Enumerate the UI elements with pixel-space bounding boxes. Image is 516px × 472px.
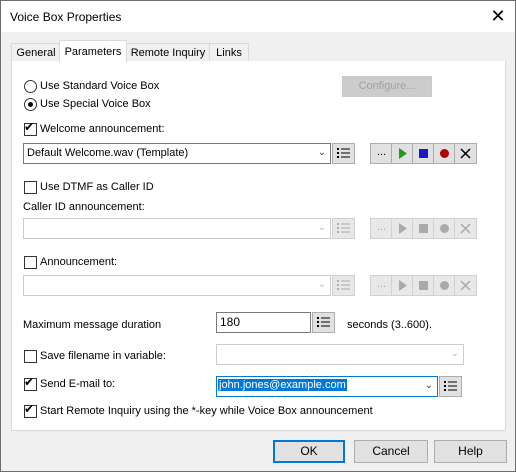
max-duration-label: Maximum message duration: [23, 319, 162, 331]
tab-links[interactable]: Links: [209, 43, 249, 62]
welcome-label: Welcome announcement:: [40, 123, 165, 135]
ok-button[interactable]: OK: [273, 440, 345, 463]
welcome-checkbox[interactable]: ✔: [24, 120, 37, 136]
configure-button[interactable]: Configure...: [342, 76, 432, 97]
delete-icon: [460, 223, 471, 234]
caller-id-delete-button[interactable]: [454, 218, 477, 239]
welcome-play-button[interactable]: [391, 143, 414, 164]
special-voice-box-label: Use Special Voice Box: [40, 98, 151, 110]
announcement-select[interactable]: ⌄: [23, 275, 331, 296]
announcement-delete-button[interactable]: [454, 275, 477, 296]
play-icon: [399, 223, 407, 234]
chevron-down-icon: ⌄: [317, 222, 326, 233]
play-icon: [399, 148, 407, 159]
play-icon: [399, 280, 407, 291]
max-duration-unit: seconds (3..600).: [347, 319, 432, 331]
announcement-list-button[interactable]: [332, 275, 355, 296]
max-duration-list-button[interactable]: [312, 312, 335, 333]
send-email-label: Send E-mail to:: [40, 378, 116, 390]
send-email-checkbox[interactable]: ✔: [24, 375, 37, 391]
welcome-record-button[interactable]: [433, 143, 456, 164]
welcome-browse-button[interactable]: ...: [370, 143, 393, 164]
dtmf-checkbox[interactable]: [24, 181, 37, 194]
save-filename-checkbox[interactable]: [24, 350, 37, 363]
announcement-stop-button[interactable]: [412, 275, 435, 296]
dialog-window: Voice Box Properties ✕ General Parameter…: [0, 0, 516, 472]
record-icon: [440, 281, 449, 290]
send-email-select[interactable]: john.jones@example.com ⌄: [216, 376, 438, 397]
list-icon: [337, 280, 350, 290]
chevron-down-icon: ⌄: [317, 279, 326, 290]
welcome-list-button[interactable]: [332, 143, 355, 164]
chevron-down-icon: ⌄: [317, 147, 326, 158]
list-icon: [317, 317, 330, 327]
announcement-record-button[interactable]: [433, 275, 456, 296]
send-email-list-button[interactable]: [439, 376, 462, 397]
stop-icon: [419, 149, 428, 158]
special-voice-box-radio[interactable]: [24, 98, 37, 111]
cancel-button[interactable]: Cancel: [354, 440, 428, 463]
send-email-value: john.jones@example.com: [218, 379, 347, 391]
welcome-delete-button[interactable]: [454, 143, 477, 164]
caller-id-play-button[interactable]: [391, 218, 414, 239]
welcome-stop-button[interactable]: [412, 143, 435, 164]
standard-voice-box-label: Use Standard Voice Box: [40, 80, 160, 92]
list-icon: [444, 381, 457, 391]
list-icon: [337, 223, 350, 233]
chevron-down-icon: ⌄: [450, 348, 459, 359]
caller-id-select[interactable]: ⌄: [23, 218, 331, 239]
close-icon[interactable]: ✕: [487, 5, 509, 27]
record-icon: [440, 149, 449, 158]
caller-id-record-button[interactable]: [433, 218, 456, 239]
delete-icon: [460, 280, 471, 291]
tab-general[interactable]: General: [11, 43, 61, 62]
max-duration-input[interactable]: 180: [216, 312, 311, 333]
caller-id-browse-button[interactable]: ...: [370, 218, 393, 239]
stop-icon: [419, 281, 428, 290]
welcome-select[interactable]: Default Welcome.wav (Template) ⌄: [23, 143, 331, 164]
window-title: Voice Box Properties: [10, 10, 122, 24]
caller-id-stop-button[interactable]: [412, 218, 435, 239]
dtmf-label: Use DTMF as Caller ID: [40, 181, 154, 193]
announcement-checkbox[interactable]: [24, 256, 37, 269]
remote-inquiry-checkbox[interactable]: ✔: [24, 402, 37, 418]
help-button[interactable]: Help: [434, 440, 507, 463]
announcement-browse-button[interactable]: ...: [370, 275, 393, 296]
save-filename-label: Save filename in variable:: [40, 350, 166, 362]
tab-parameters[interactable]: Parameters: [59, 40, 127, 63]
delete-icon: [460, 148, 471, 159]
chevron-down-icon: ⌄: [424, 380, 433, 391]
tab-remote-inquiry[interactable]: Remote Inquiry: [125, 43, 211, 62]
caller-id-list-button[interactable]: [332, 218, 355, 239]
welcome-value: Default Welcome.wav (Template): [27, 147, 189, 159]
save-filename-select[interactable]: ⌄: [216, 344, 464, 365]
announcement-play-button[interactable]: [391, 275, 414, 296]
remote-inquiry-label: Start Remote Inquiry using the *-key whi…: [40, 405, 373, 417]
list-icon: [337, 148, 350, 158]
standard-voice-box-radio[interactable]: [24, 80, 37, 93]
record-icon: [440, 224, 449, 233]
title-bar: Voice Box Properties ✕: [1, 1, 515, 32]
stop-icon: [419, 224, 428, 233]
announcement-label: Announcement:: [40, 256, 118, 268]
caller-id-label: Caller ID announcement:: [23, 201, 145, 213]
